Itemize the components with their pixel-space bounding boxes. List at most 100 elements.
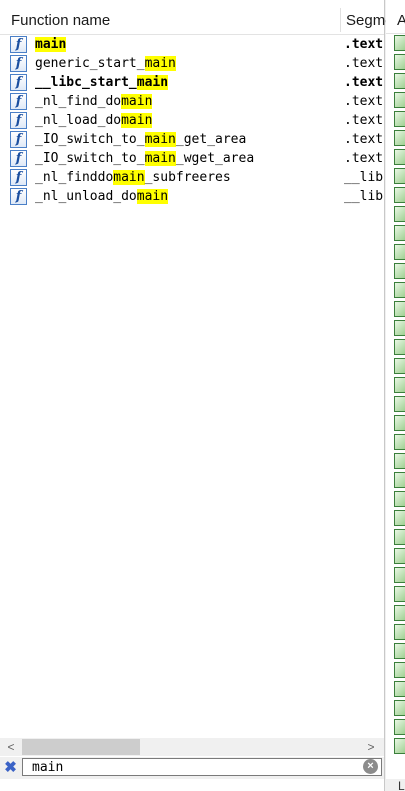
segment-cell: __libc [344,189,384,204]
segment-icon [394,225,405,241]
segment-icon [394,586,405,602]
segment-icon [394,73,405,89]
segment-icon [394,491,405,507]
function-icon: f [10,74,27,91]
segment-cell: __libc [344,170,384,185]
table-row[interactable]: f _nl_load_domain .text [0,111,384,130]
function-name: __libc_start_main [35,75,169,90]
column-header: Function name Segment [0,6,405,35]
search-match-highlight: main [136,75,169,90]
function-name: _IO_switch_to_main_wget_area [35,151,255,166]
segment-icon [394,719,405,735]
function-name: generic_start_main [35,56,176,71]
search-match-highlight: main [136,189,169,204]
segment-cell: .text [344,37,384,52]
segment-icon [394,567,405,583]
table-row[interactable]: f generic_start_main .text [0,54,384,73]
segment-icon [394,529,405,545]
segment-icon [394,111,405,127]
segment-cell: .text [344,113,384,128]
segment-icon [394,624,405,640]
function-name: _nl_find_domain [35,94,153,109]
search-match-highlight: main [144,132,176,147]
segment-icon [394,54,405,70]
side-column-header[interactable]: A [386,6,405,34]
side-icon-column [394,35,405,757]
segment-icon [394,320,405,336]
segment-icon [394,301,405,317]
search-match-highlight: main [121,113,153,128]
segment-cell: .text [344,94,384,109]
filter-input[interactable] [22,758,382,776]
scroll-left-icon[interactable]: < [2,738,20,756]
table-row[interactable]: f _nl_unload_domain __libc [0,187,384,206]
segment-icon [394,681,405,697]
segment-icon [394,472,405,488]
segment-icon [394,168,405,184]
function-icon: f [10,150,27,167]
segment-icon [394,415,405,431]
segment-icon [394,92,405,108]
clear-input-icon[interactable]: × [363,759,378,774]
function-list: f main .text f generic_start_main .text … [0,35,384,206]
function-name: _nl_finddomain_subfreeres [35,170,231,185]
segment-icon [394,130,405,146]
segment-icon [394,738,405,754]
segment-icon [394,263,405,279]
table-row[interactable]: f _IO_switch_to_main_wget_area .text [0,149,384,168]
function-icon: f [10,36,27,53]
segment-icon [394,700,405,716]
segment-icon [394,35,405,51]
segment-icon [394,282,405,298]
function-icon: f [10,93,27,110]
table-row[interactable]: f _nl_finddomain_subfreeres __libc [0,168,384,187]
segment-icon [394,548,405,564]
scroll-right-icon[interactable]: > [362,738,380,756]
function-icon: f [10,55,27,72]
segment-icon [394,605,405,621]
function-icon: f [10,112,27,129]
table-row[interactable]: f _nl_find_domain .text [0,92,384,111]
segment-icon [394,339,405,355]
functions-window: Function name Segment f main .text f gen… [0,0,405,791]
segment-cell: .text [344,132,384,147]
segment-icon [394,396,405,412]
segment-icon [394,434,405,450]
function-icon: f [10,169,27,186]
function-icon: f [10,131,27,148]
search-match-highlight: main [144,56,176,71]
filter-bar: ✖ × [0,757,384,779]
segment-icon [394,187,405,203]
table-row[interactable]: f _IO_switch_to_main_get_area .text [0,130,384,149]
segment-icon [394,453,405,469]
function-name: main [35,35,67,54]
segment-icon [394,206,405,222]
close-filter-icon[interactable]: ✖ [2,759,19,776]
side-panel-label: Li [386,779,405,791]
segment-cell: .text [344,75,384,90]
column-function-name[interactable]: Function name [11,6,110,34]
function-name: _nl_load_domain [35,113,153,128]
segment-cell: .text [344,56,384,71]
segment-icon [394,643,405,659]
function-name: _IO_switch_to_main_get_area [35,132,247,147]
side-panel: A [386,0,405,791]
scrollbar-thumb[interactable] [22,739,140,755]
horizontal-scrollbar[interactable]: < > [0,738,384,756]
segment-icon [394,510,405,526]
search-match-highlight: main [35,37,67,52]
segment-icon [394,244,405,260]
table-row[interactable]: f __libc_start_main .text [0,73,384,92]
search-match-highlight: main [144,151,176,166]
column-divider[interactable] [340,8,341,32]
segment-icon [394,377,405,393]
function-icon: f [10,188,27,205]
segment-icon [394,358,405,374]
segment-icon [394,149,405,165]
table-row[interactable]: f main .text [0,35,384,54]
function-name: _nl_unload_domain [35,189,169,204]
search-match-highlight: main [113,170,145,185]
segment-icon [394,662,405,678]
segment-cell: .text [344,151,384,166]
search-match-highlight: main [121,94,153,109]
